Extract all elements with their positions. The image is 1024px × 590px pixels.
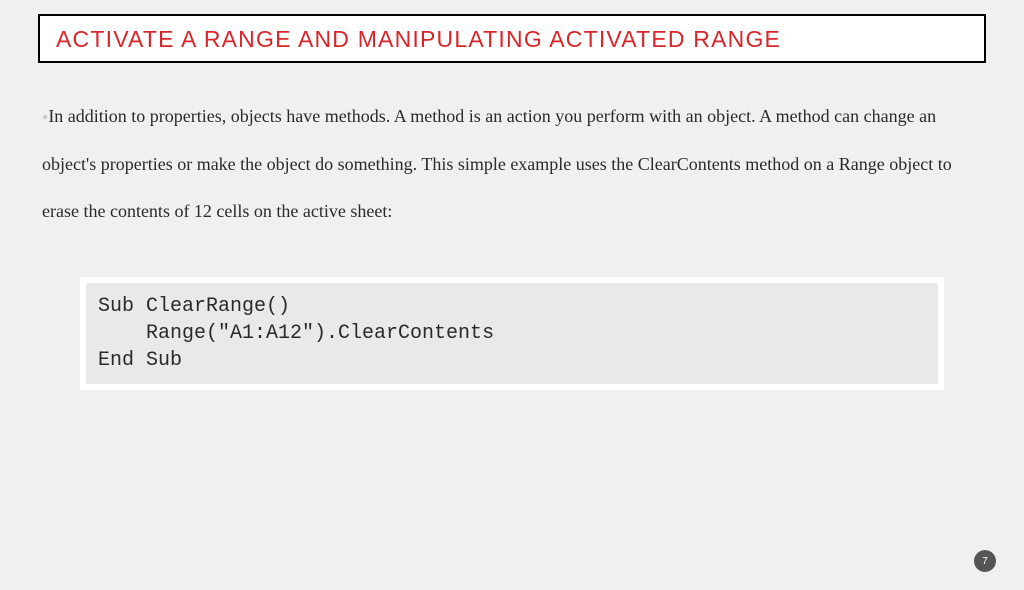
code-block: Sub ClearRange() Range("A1:A12").ClearCo… xyxy=(86,283,938,384)
title-container: ACTIVATE A RANGE AND MANIPULATING ACTIVA… xyxy=(38,14,986,63)
page-number-badge: 7 xyxy=(974,550,996,572)
body-text-content: In addition to properties, objects have … xyxy=(42,106,952,221)
code-block-container: Sub ClearRange() Range("A1:A12").ClearCo… xyxy=(80,277,944,390)
body-paragraph: •In addition to properties, objects have… xyxy=(42,93,982,235)
page-number: 7 xyxy=(982,556,988,567)
slide-title: ACTIVATE A RANGE AND MANIPULATING ACTIVA… xyxy=(56,26,968,53)
